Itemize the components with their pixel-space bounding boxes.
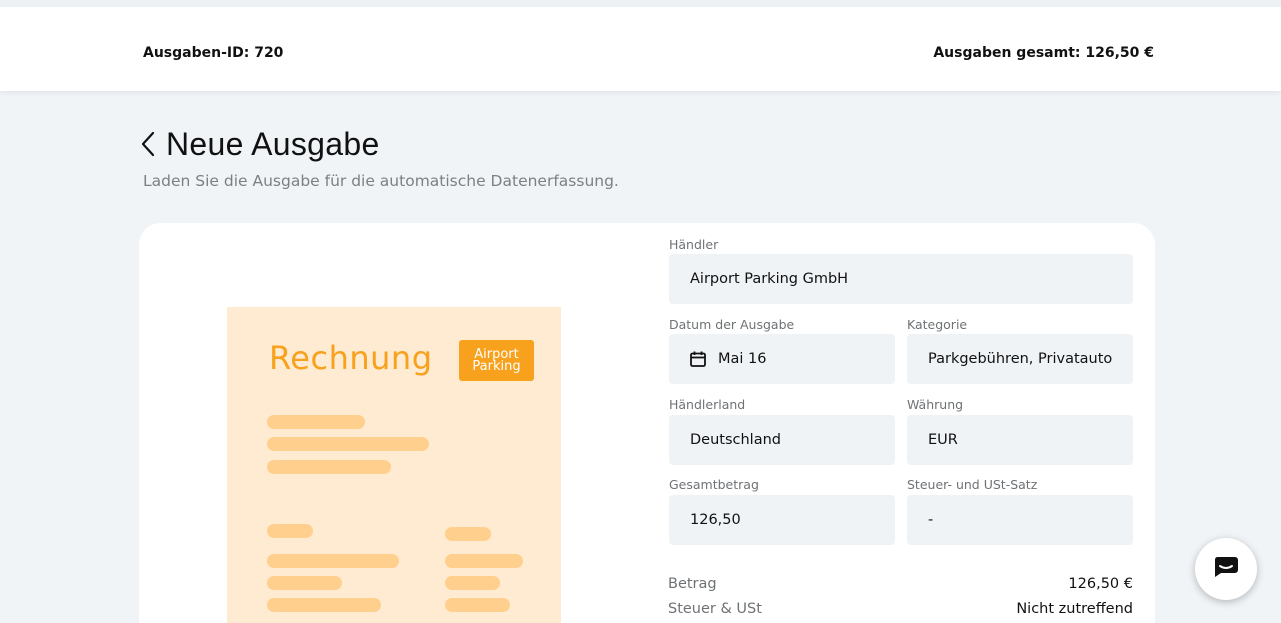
date-field[interactable]: Mai 16 xyxy=(669,334,895,384)
tax-label: Steuer & USt xyxy=(668,601,762,617)
header-bar: Ausgaben-ID: 720 Ausgaben gesamt: 126,50… xyxy=(0,7,1281,91)
logo-line-2: Parking xyxy=(472,358,521,374)
receipt-line xyxy=(445,598,510,612)
receipt-line xyxy=(445,554,523,568)
expense-id: Ausgaben-ID: 720 xyxy=(143,45,284,61)
receipt-line xyxy=(267,460,391,474)
receipt-line xyxy=(445,527,491,541)
page-subtitle: Laden Sie die Ausgabe für die automatisc… xyxy=(143,172,619,190)
page-title: Neue Ausgabe xyxy=(166,125,380,162)
date-value: Mai 16 xyxy=(718,351,767,367)
receipt-line xyxy=(267,524,313,538)
currency-value: EUR xyxy=(928,432,958,448)
tax-value: Nicht zutreffend xyxy=(1016,601,1133,617)
merchant-label: Händler xyxy=(669,237,719,252)
top-strip xyxy=(0,0,1281,7)
amount-label: Betrag xyxy=(668,576,717,592)
category-label: Kategorie xyxy=(907,317,968,332)
chat-bubble-icon xyxy=(1213,556,1239,582)
receipt-line xyxy=(267,576,342,590)
receipt-title: Rechnung xyxy=(269,339,433,377)
currency-field[interactable]: EUR xyxy=(907,415,1133,465)
chat-button[interactable] xyxy=(1195,538,1257,600)
date-label: Datum der Ausgabe xyxy=(669,317,795,332)
merchant-field[interactable]: Airport Parking GmbH xyxy=(669,254,1133,304)
total-label: Gesamtbetrag xyxy=(669,477,759,492)
title-row: Neue Ausgabe xyxy=(140,124,380,164)
total-field[interactable]: 126,50 xyxy=(669,495,895,545)
category-value: Parkgebühren, Privatauto xyxy=(928,351,1113,367)
country-label: Händlerland xyxy=(669,397,746,412)
category-field[interactable]: Parkgebühren, Privatauto xyxy=(907,334,1133,384)
tax-rate-label: Steuer- und USt-Satz xyxy=(907,477,1038,492)
chevron-left-icon[interactable] xyxy=(140,128,160,160)
calendar-icon xyxy=(689,350,707,368)
merchant-value: Airport Parking GmbH xyxy=(690,271,849,287)
receipt-line xyxy=(267,554,399,568)
currency-label: Währung xyxy=(907,397,964,412)
tax-rate-value: - xyxy=(928,512,934,528)
receipt-line xyxy=(267,437,429,451)
merchant-logo: Airport Parking xyxy=(459,340,534,381)
receipt-line xyxy=(267,598,381,612)
receipt-line xyxy=(445,576,500,590)
country-value: Deutschland xyxy=(690,432,781,448)
expense-total: Ausgaben gesamt: 126,50 € xyxy=(933,45,1154,61)
total-value: 126,50 xyxy=(690,512,741,528)
receipt-line xyxy=(267,415,365,429)
amount-value: 126,50 € xyxy=(1068,576,1133,592)
country-field[interactable]: Deutschland xyxy=(669,415,895,465)
tax-rate-field[interactable]: - xyxy=(907,495,1133,545)
receipt-preview[interactable]: Rechnung Airport Parking xyxy=(227,307,561,623)
